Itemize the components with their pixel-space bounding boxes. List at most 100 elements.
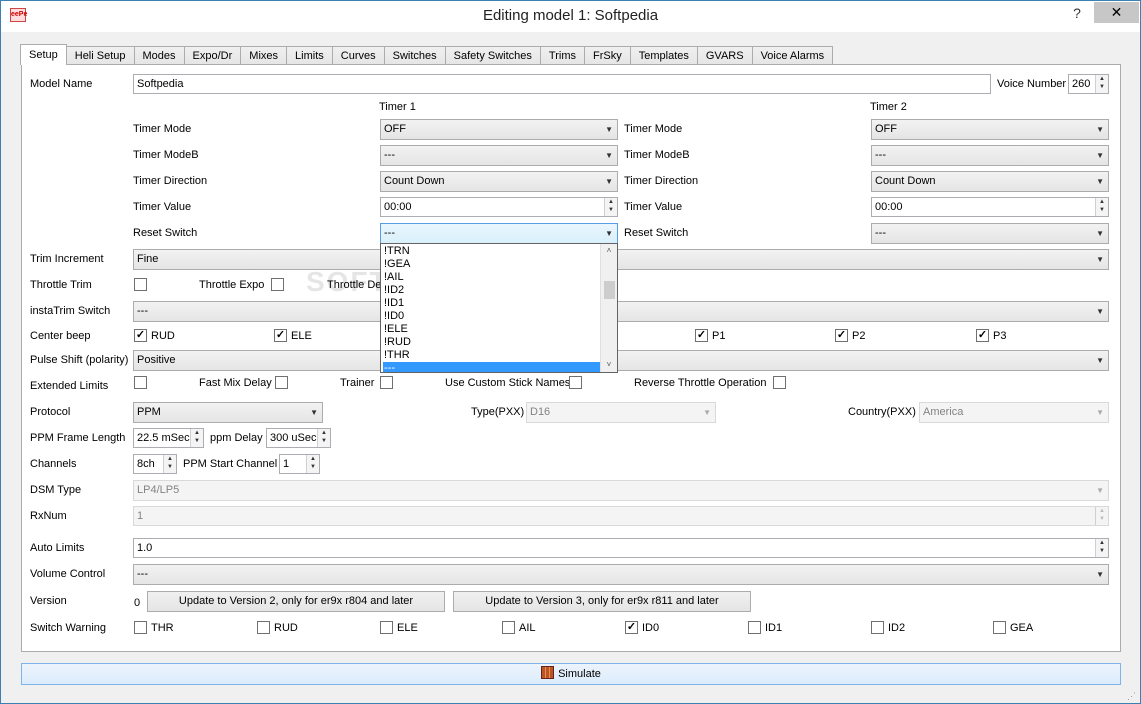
tab-heli-setup[interactable]: Heli Setup <box>65 46 135 65</box>
resize-grip-icon[interactable]: ⋰ <box>1127 691 1136 702</box>
tab-curves[interactable]: Curves <box>331 46 385 65</box>
center-beep-p3-checkbox[interactable]: ✓ <box>976 329 989 342</box>
spin-arrows-icon[interactable]: ▲ ▼ <box>190 429 203 447</box>
dropdown-option[interactable]: !THR <box>383 349 601 362</box>
switch-warning-id1-checkbox[interactable] <box>748 621 761 634</box>
center-beep-p2-checkbox[interactable]: ✓ <box>835 329 848 342</box>
spin-arrows-icon[interactable]: ▲ ▼ <box>163 455 176 473</box>
ppm-start-channel-spinbox[interactable]: 1 ▲ ▼ <box>279 454 320 474</box>
switch-warning-rud-label: RUD <box>274 622 298 634</box>
tab-frsky[interactable]: FrSky <box>584 46 631 65</box>
spin-arrows-icon[interactable]: ▲ ▼ <box>317 429 330 447</box>
help-button[interactable]: ? <box>1063 3 1091 23</box>
switch-warning-rud-checkbox[interactable] <box>257 621 270 634</box>
spin-arrows-icon[interactable]: ▲ ▼ <box>1095 75 1108 93</box>
throttle-expo-checkbox[interactable] <box>271 278 284 291</box>
spin-arrows-icon[interactable]: ▲ ▼ <box>604 198 617 216</box>
timer2-mode-select[interactable]: OFF ▼ <box>871 119 1109 140</box>
center-beep-ele-checkbox[interactable]: ✓ <box>274 329 287 342</box>
simulate-button[interactable]: Simulate <box>21 663 1121 685</box>
timer1-modeb-select[interactable]: --- ▼ <box>380 145 618 166</box>
tab-safety-switches[interactable]: Safety Switches <box>444 46 541 65</box>
timer2-direction-select[interactable]: Count Down ▼ <box>871 171 1109 192</box>
switch-warning-id2-checkbox[interactable] <box>871 621 884 634</box>
tab-mixes[interactable]: Mixes <box>240 46 288 65</box>
trim-increment-select[interactable]: Fine ▼ <box>133 249 1109 270</box>
country-pxx-select[interactable]: America ▼ <box>919 402 1109 423</box>
extended-limits-checkbox[interactable] <box>134 376 147 389</box>
instatrim-select[interactable]: --- ▼ <box>133 301 1109 322</box>
scroll-up-icon[interactable]: ˄ <box>601 244 617 258</box>
rxnum-spinbox[interactable]: 1 ▲ ▼ <box>133 506 1109 526</box>
tab-setup[interactable]: Setup <box>20 44 67 65</box>
scrollbar-thumb[interactable] <box>604 281 615 299</box>
chevron-down-icon: ▼ <box>1096 255 1104 264</box>
pulse-shift-select[interactable]: Positive ▼ <box>133 350 1109 371</box>
ppm-delay-spinbox[interactable]: 300 uSec ▲ ▼ <box>266 428 331 448</box>
chevron-down-icon: ▼ <box>1096 486 1104 495</box>
center-beep-rud-checkbox[interactable]: ✓ <box>134 329 147 342</box>
switch-warning-ail-label: AIL <box>519 622 536 634</box>
switch-warning-ele-checkbox[interactable] <box>380 621 393 634</box>
trainer-checkbox[interactable] <box>380 376 393 389</box>
dropdown-option[interactable]: !TRN <box>383 245 601 258</box>
tab-trims[interactable]: Trims <box>539 46 585 65</box>
throttle-trim-checkbox[interactable] <box>134 278 147 291</box>
spin-arrows-icon[interactable]: ▲ ▼ <box>1095 539 1108 557</box>
tab-limits[interactable]: Limits <box>286 46 333 65</box>
timer2-value-label: Timer Value <box>624 201 683 213</box>
protocol-select[interactable]: PPM ▼ <box>133 402 323 423</box>
reverse-throttle-checkbox[interactable] <box>773 376 786 389</box>
country-pxx-label: Country(PXX) <box>848 406 916 418</box>
dsm-type-select[interactable]: LP4/LP5 ▼ <box>133 480 1109 501</box>
dropdown-scrollbar[interactable]: ˄ ˅ <box>600 244 617 372</box>
tab-switches[interactable]: Switches <box>383 46 446 65</box>
timer2-reset-select[interactable]: --- ▼ <box>871 223 1109 244</box>
scroll-down-icon[interactable]: ˅ <box>601 358 617 372</box>
timer2-modeb-select[interactable]: --- ▼ <box>871 145 1109 166</box>
switch-warning-id0-checkbox[interactable]: ✓ <box>625 621 638 634</box>
update-v3-button[interactable]: Update to Version 3, only for er9x r811 … <box>453 591 751 612</box>
chevron-down-icon: ▼ <box>605 151 613 160</box>
tab-expo-dr[interactable]: Expo/Dr <box>183 46 242 65</box>
auto-limits-label: Auto Limits <box>30 542 85 554</box>
tab-voice-alarms[interactable]: Voice Alarms <box>751 46 834 65</box>
timer1-reset-select[interactable]: --- ▼ <box>380 223 618 244</box>
model-name-input[interactable]: Softpedia <box>133 74 991 94</box>
timer2-value-spinbox[interactable]: 00:00 ▲ ▼ <box>871 197 1109 217</box>
center-beep-p1-checkbox[interactable]: ✓ <box>695 329 708 342</box>
dropdown-option[interactable]: !AIL <box>383 271 601 284</box>
switch-warning-thr-checkbox[interactable] <box>134 621 147 634</box>
auto-limits-spinbox[interactable]: 1.0 ▲ ▼ <box>133 538 1109 558</box>
channels-spinbox[interactable]: 8ch ▲ ▼ <box>133 454 177 474</box>
dropdown-option-selected[interactable]: --- <box>383 362 601 372</box>
spin-arrows-icon[interactable]: ▲ ▼ <box>1095 198 1108 216</box>
timer1-value-spinbox[interactable]: 00:00 ▲ ▼ <box>380 197 618 217</box>
ppm-frame-spinbox[interactable]: 22.5 mSec ▲ ▼ <box>133 428 204 448</box>
dropdown-option[interactable]: !ID0 <box>383 310 601 323</box>
voice-number-spinbox[interactable]: 260 ▲ ▼ <box>1068 74 1109 94</box>
dropdown-option[interactable]: !ID1 <box>383 297 601 310</box>
close-button[interactable]: ✕ <box>1094 2 1139 23</box>
fast-mix-delay-checkbox[interactable] <box>275 376 288 389</box>
dropdown-option[interactable]: !RUD <box>383 336 601 349</box>
instatrim-label: instaTrim Switch <box>30 305 111 317</box>
spin-arrows-icon[interactable]: ▲ ▼ <box>306 455 319 473</box>
timer1-reset-label: Reset Switch <box>133 227 198 239</box>
volume-control-select[interactable]: --- ▼ <box>133 564 1109 585</box>
timer1-direction-select[interactable]: Count Down ▼ <box>380 171 618 192</box>
update-v2-button[interactable]: Update to Version 2, only for er9x r804 … <box>147 591 445 612</box>
switch-warning-gea-checkbox[interactable] <box>993 621 1006 634</box>
tab-gvars[interactable]: GVARS <box>696 46 753 65</box>
type-pxx-select[interactable]: D16 ▼ <box>526 402 716 423</box>
dropdown-option[interactable]: !ID2 <box>383 284 601 297</box>
custom-stick-names-checkbox[interactable] <box>569 376 582 389</box>
tab-templates[interactable]: Templates <box>629 46 698 65</box>
spin-arrows-icon[interactable]: ▲ ▼ <box>1095 507 1108 525</box>
dropdown-option[interactable]: !ELE <box>383 323 601 336</box>
simulate-icon <box>541 666 555 679</box>
tab-modes[interactable]: Modes <box>133 46 185 65</box>
timer1-mode-select[interactable]: OFF ▼ <box>380 119 618 140</box>
dropdown-option[interactable]: !GEA <box>383 258 601 271</box>
switch-warning-ail-checkbox[interactable] <box>502 621 515 634</box>
